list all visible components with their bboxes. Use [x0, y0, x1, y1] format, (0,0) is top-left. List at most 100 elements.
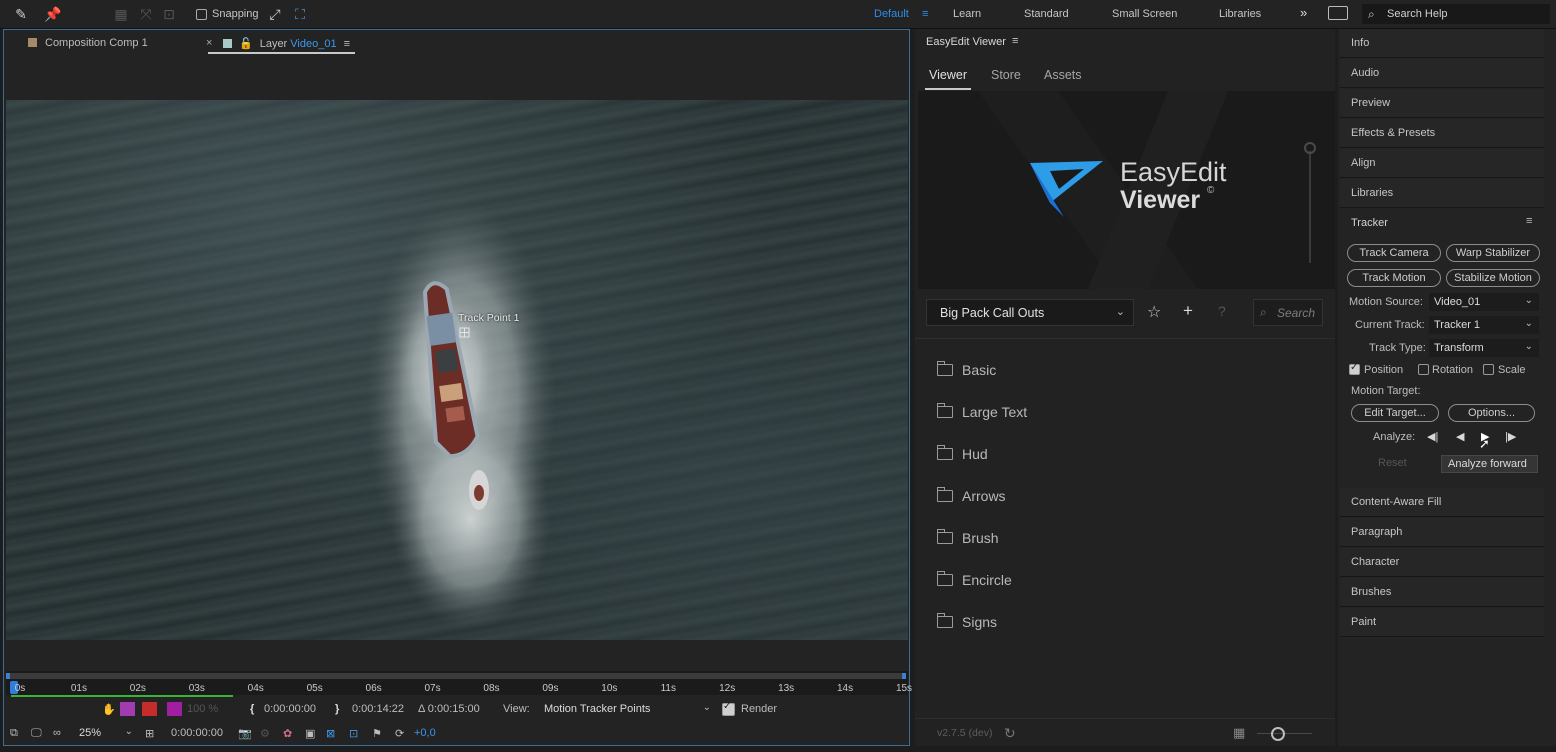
scale-checkbox[interactable]	[1483, 364, 1494, 375]
section-libraries[interactable]: Libraries	[1340, 179, 1544, 208]
work-area-bar[interactable]	[6, 673, 906, 679]
section-preview[interactable]: Preview	[1340, 89, 1544, 118]
sync-settings-icon[interactable]	[1328, 6, 1348, 20]
time-ruler[interactable]: 0s 01s 02s 03s 04s 05s 06s 07s 08s 09s 10s 11s 12s 13…	[6, 671, 912, 697]
pack-dropdown[interactable]: Big Pack Call Outs ⌄	[926, 299, 1134, 326]
workspace-standard[interactable]: Standard	[1024, 8, 1069, 20]
options-button[interactable]: Options...	[1448, 404, 1535, 422]
section-paragraph[interactable]: Paragraph	[1340, 518, 1544, 547]
rotation-checkbox[interactable]	[1418, 364, 1429, 375]
channels-icon[interactable]: ✿	[283, 727, 292, 740]
warp-stabilizer-button[interactable]: Warp Stabilizer	[1446, 244, 1540, 262]
tab-composition[interactable]: Composition Comp 1	[28, 37, 148, 49]
tab-layer[interactable]: 🔓 Layer Video_01 ≡	[223, 37, 350, 50]
edit-target-button[interactable]: Edit Target...	[1351, 404, 1439, 422]
snap-grid-icon[interactable]: ⛶	[291, 5, 309, 23]
section-character[interactable]: Character	[1340, 548, 1544, 577]
analyze-1-frame-backward-icon[interactable]: ◀|	[1427, 430, 1438, 443]
layer-color-icon-3[interactable]	[167, 702, 182, 716]
folder-signs[interactable]: Signs	[936, 613, 997, 630]
axis-tool-icon[interactable]: ⊡	[160, 5, 178, 23]
align-tool-icon[interactable]: ▦	[112, 5, 130, 23]
section-brushes[interactable]: Brushes	[1340, 578, 1544, 607]
tracker-menu-icon[interactable]: ≡	[1526, 215, 1532, 227]
section-info[interactable]: Info	[1340, 29, 1544, 58]
current-timecode[interactable]: 0:00:00:00	[171, 727, 223, 739]
workspace-default[interactable]: Default	[874, 8, 909, 20]
search-help-field[interactable]: ⌕ Search Help	[1362, 4, 1550, 24]
folder-encircle[interactable]: Encircle	[936, 571, 1012, 588]
tab-menu-icon[interactable]: ≡	[344, 38, 350, 50]
grid-view-icon[interactable]: ▦	[1233, 725, 1245, 741]
add-icon[interactable]: +	[1183, 301, 1193, 321]
folder-hud[interactable]: Hud	[936, 445, 988, 462]
in-time[interactable]: 0:00:00:00	[264, 703, 316, 715]
stabilize-motion-button[interactable]: Stabilize Motion	[1446, 269, 1540, 287]
tab-store[interactable]: Store	[991, 68, 1021, 82]
layer-color-icon-1[interactable]	[120, 702, 135, 716]
refresh-icon[interactable]: ↻	[1004, 725, 1016, 742]
asset-search-field[interactable]: ⌕ Search	[1253, 299, 1323, 326]
video-frame[interactable]: Track Point 1	[6, 100, 908, 640]
fast-preview-icon[interactable]: ⊡	[349, 727, 358, 740]
current-track-dropdown[interactable]: Tracker 1 ⌄	[1429, 316, 1539, 334]
exposure-value[interactable]: +0,0	[414, 727, 436, 739]
favorite-star-icon[interactable]: ☆	[1147, 302, 1161, 322]
workspace-learn[interactable]: Learn	[953, 8, 981, 20]
out-time[interactable]: 0:00:14:22	[352, 703, 404, 715]
section-effects-presets[interactable]: Effects & Presets	[1340, 119, 1544, 148]
section-paint[interactable]: Paint	[1340, 608, 1544, 637]
active-tab-underline	[208, 52, 355, 54]
section-align[interactable]: Align	[1340, 149, 1544, 178]
folder-large-text[interactable]: Large Text	[936, 403, 1027, 420]
out-point-handle[interactable]	[902, 673, 906, 679]
section-label: Character	[1351, 556, 1400, 568]
motion-path-icon[interactable]: ✋	[102, 703, 116, 716]
anchor-tool-icon[interactable]: ⤧	[137, 5, 155, 23]
in-point-handle[interactable]	[6, 673, 10, 679]
folder-brush[interactable]: Brush	[936, 529, 999, 546]
layer-color-icon-2[interactable]	[142, 702, 157, 716]
show-snapshot-icon[interactable]: ⚙	[260, 727, 270, 740]
section-audio[interactable]: Audio	[1340, 59, 1544, 88]
track-type-dropdown[interactable]: Transform ⌄	[1429, 339, 1539, 357]
workspace-menu-icon[interactable]: ≡	[922, 8, 928, 20]
close-tab-icon[interactable]: ×	[206, 37, 212, 49]
more-workspaces-icon[interactable]: »	[1300, 5, 1307, 20]
toggle-mask-icon[interactable]: ▣	[305, 727, 315, 740]
region-of-interest-icon[interactable]: ⊞	[145, 727, 154, 740]
help-icon[interactable]: ?	[1218, 303, 1226, 319]
panel-menu-icon[interactable]: ≡	[1012, 35, 1018, 47]
folder-basic[interactable]: Basic	[936, 361, 996, 378]
motion-source-dropdown[interactable]: Video_01 ⌄	[1429, 293, 1539, 311]
analyze-1-frame-forward-icon[interactable]: |▶	[1505, 430, 1516, 443]
magnification-dropdown[interactable]: 25% ⌄	[74, 724, 139, 742]
reset-button[interactable]: Reset	[1378, 457, 1407, 469]
analyze-backward-icon[interactable]: ◀	[1456, 430, 1464, 443]
3d-glasses-icon[interactable]: ∞	[53, 727, 61, 739]
display-icon[interactable]: 🖵	[31, 727, 42, 740]
reset-exposure-icon[interactable]: ⟳	[395, 727, 404, 740]
track-motion-button[interactable]: Track Motion	[1347, 269, 1441, 287]
out-point-icon[interactable]: }	[335, 703, 339, 715]
workspace-libraries[interactable]: Libraries	[1219, 8, 1261, 20]
snap-edges-icon[interactable]: ⤢	[266, 5, 284, 23]
position-checkbox[interactable]	[1349, 362, 1360, 375]
folder-arrows[interactable]: Arrows	[936, 487, 1006, 504]
transparency-grid-icon[interactable]: ⊠	[326, 727, 335, 740]
render-checkbox[interactable]	[722, 701, 735, 716]
view-dropdown[interactable]: Motion Tracker Points ⌄	[539, 700, 717, 718]
track-camera-button[interactable]: Track Camera	[1347, 244, 1441, 262]
snapshot-icon[interactable]: 📷	[238, 727, 252, 740]
section-content-aware-fill[interactable]: Content-Aware Fill	[1340, 488, 1544, 517]
puppet-tool-icon[interactable]: ✎	[12, 5, 30, 23]
workspace-small-screen[interactable]: Small Screen	[1112, 8, 1177, 20]
slider-handle[interactable]	[1271, 727, 1285, 741]
in-point-icon[interactable]: {	[250, 703, 254, 715]
snapping-checkbox[interactable]	[196, 9, 207, 20]
flowchart-icon[interactable]: ⚑	[372, 727, 382, 740]
tab-viewer[interactable]: Viewer	[929, 68, 967, 82]
preview-icon[interactable]: ⧉	[10, 727, 18, 740]
tab-assets[interactable]: Assets	[1044, 68, 1082, 82]
pin-tool-icon[interactable]: 📌	[44, 5, 62, 23]
